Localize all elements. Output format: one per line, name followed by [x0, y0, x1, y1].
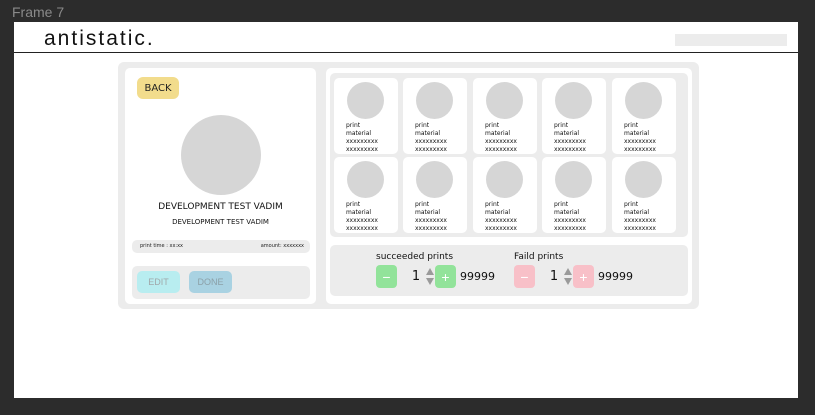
card-line-print: print [554, 201, 569, 208]
card-line-code: xxxxxxxxx [554, 217, 586, 224]
card-line-print: print [346, 201, 361, 208]
done-button[interactable]: DONE [189, 271, 232, 293]
card-line-code: xxxxxxxxx [415, 138, 447, 145]
card-line-material: material [554, 130, 580, 137]
card-line-code: xxxxxxxxx [554, 146, 586, 153]
failed-title: Faild prints [514, 252, 564, 262]
amount: amount: xxxxxxx [260, 243, 304, 249]
card-line-code: xxxxxxxxx [624, 225, 656, 232]
failed-plus-button[interactable]: + [573, 265, 594, 288]
material-card[interactable]: print material xxxxxxxxx xxxxxxxxx [473, 78, 537, 154]
failed-quantity[interactable]: 1 [545, 265, 563, 288]
triangle-up-icon[interactable] [564, 268, 572, 275]
card-line-material: material [415, 130, 441, 137]
back-button[interactable]: BACK [137, 77, 179, 99]
material-card[interactable]: print material xxxxxxxxx xxxxxxxxx [542, 78, 606, 154]
triangle-down-icon[interactable] [564, 278, 572, 285]
avatar [181, 115, 261, 195]
app-frame: antistatic. BACK DEVELOPMENT TEST VADIM … [14, 22, 798, 398]
card-line-code: xxxxxxxxx [485, 217, 517, 224]
action-bar: EDIT DONE [132, 266, 310, 299]
material-card[interactable]: print material xxxxxxxxx xxxxxxxxx [612, 78, 676, 154]
card-line-code: xxxxxxxxx [554, 138, 586, 145]
card-line-print: print [485, 122, 500, 129]
material-grid: print material xxxxxxxxx xxxxxxxxx print… [330, 73, 688, 237]
card-line-code: xxxxxxxxx [485, 138, 517, 145]
succeeded-plus-button[interactable]: + [435, 265, 456, 288]
material-card[interactable]: print material xxxxxxxxx xxxxxxxxx [612, 157, 676, 233]
card-line-code: xxxxxxxxx [415, 217, 447, 224]
card-line-material: material [624, 209, 650, 216]
card-line-code: xxxxxxxxx [624, 146, 656, 153]
material-thumbnail [416, 161, 453, 198]
card-line-material: material [485, 130, 511, 137]
card-line-code: xxxxxxxxx [346, 225, 378, 232]
material-thumbnail [347, 161, 384, 198]
material-card[interactable]: print material xxxxxxxxx xxxxxxxxx [542, 157, 606, 233]
material-thumbnail [555, 82, 592, 119]
succeeded-minus-button[interactable]: − [376, 265, 397, 288]
device-subtitle: DEVELOPMENT TEST VADIM [172, 218, 269, 226]
card-line-material: material [346, 209, 372, 216]
card-line-material: material [346, 130, 372, 137]
frame-label: Frame 7 [12, 4, 65, 20]
failed-spinner[interactable] [563, 265, 573, 288]
material-thumbnail [625, 161, 662, 198]
material-card[interactable]: print material xxxxxxxxx xxxxxxxxx [473, 157, 537, 233]
triangle-up-icon[interactable] [426, 268, 434, 275]
succeeded-spinner[interactable] [425, 265, 435, 288]
card-line-material: material [554, 209, 580, 216]
card-line-print: print [346, 122, 361, 129]
card-line-code: xxxxxxxxx [415, 225, 447, 232]
material-thumbnail [555, 161, 592, 198]
succeeded-quantity[interactable]: 1 [407, 265, 425, 288]
card-line-code: xxxxxxxxx [554, 225, 586, 232]
material-thumbnail [416, 82, 453, 119]
material-card[interactable]: print material xxxxxxxxx xxxxxxxxx [334, 78, 398, 154]
card-line-code: xxxxxxxxx [346, 146, 378, 153]
edit-button[interactable]: EDIT [137, 271, 180, 293]
card-line-material: material [485, 209, 511, 216]
card-line-print: print [624, 122, 639, 129]
card-line-print: print [415, 122, 430, 129]
failed-max: 99999 [598, 270, 633, 283]
succeeded-max: 99999 [460, 270, 495, 283]
material-thumbnail [486, 82, 523, 119]
card-line-code: xxxxxxxxx [485, 146, 517, 153]
card-line-print: print [554, 122, 569, 129]
header-divider [14, 52, 798, 53]
material-thumbnail [486, 161, 523, 198]
card-line-code: xxxxxxxxx [485, 225, 517, 232]
material-thumbnail [347, 82, 384, 119]
material-card[interactable]: print material xxxxxxxxx xxxxxxxxx [334, 157, 398, 233]
device-title: DEVELOPMENT TEST VADIM [158, 202, 283, 212]
failed-minus-button[interactable]: − [514, 265, 535, 288]
materials-panel: print material xxxxxxxxx xxxxxxxxx print… [326, 68, 692, 304]
triangle-down-icon[interactable] [426, 278, 434, 285]
card-line-print: print [485, 201, 500, 208]
material-card[interactable]: print material xxxxxxxxx xxxxxxxxx [403, 78, 467, 154]
card-line-code: xxxxxxxxx [346, 138, 378, 145]
logo: antistatic. [44, 27, 155, 50]
counter-area: succeeded prints − 1 + 99999 Faild print… [330, 245, 688, 296]
card-line-print: print [624, 201, 639, 208]
card-line-code: xxxxxxxxx [346, 217, 378, 224]
print-time: print time : xx:xx [140, 243, 184, 249]
card-line-print: print [415, 201, 430, 208]
succeeded-title: succeeded prints [376, 252, 454, 262]
card-line-material: material [624, 130, 650, 137]
card-line-material: material [415, 209, 441, 216]
card-line-code: xxxxxxxxx [624, 138, 656, 145]
material-card[interactable]: print material xxxxxxxxx xxxxxxxxx [403, 157, 467, 233]
card-line-code: xxxxxxxxx [624, 217, 656, 224]
header-search-input[interactable] [675, 34, 787, 46]
card-line-code: xxxxxxxxx [415, 146, 447, 153]
info-bar: print time : xx:xx amount: xxxxxxx [132, 240, 310, 253]
material-thumbnail [625, 82, 662, 119]
detail-panel: BACK DEVELOPMENT TEST VADIM DEVELOPMENT … [125, 68, 316, 304]
main-container: BACK DEVELOPMENT TEST VADIM DEVELOPMENT … [118, 62, 699, 309]
